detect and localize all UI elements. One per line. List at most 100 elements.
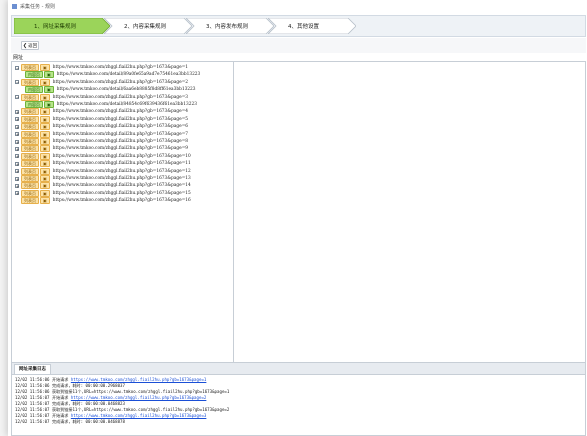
action-bar: ❮ 返回 xyxy=(11,38,586,53)
tree-node-list-page[interactable]: − 列表页 ▣ https://www.tmkoo.com/zhggl.fiail2h… xyxy=(15,78,188,86)
tree-node-list-page[interactable]: + 列表页 ▣ https://www.tmkoo.com/zhggl.fiail2h… xyxy=(15,145,189,153)
tree-node-list-page[interactable]: + 列表页 ▣ https://www.tmkoo.com/zhggl.fiail2h… xyxy=(15,130,189,138)
node-type-tag: 内容页 xyxy=(25,101,43,108)
expand-icon[interactable]: + xyxy=(15,117,19,122)
node-url: https://www.tmkoo.com/zhggl.fiail2hu.php… xyxy=(52,153,191,159)
expand-icon[interactable]: + xyxy=(15,191,19,196)
log-text: 12/02 11:56:07 获取到链接11个,URL=https://www.… xyxy=(15,407,230,412)
page-icon: ▣ xyxy=(44,86,54,94)
log-link[interactable]: https://www.tmkoo.com/zhggl.fiail2hu.php… xyxy=(71,395,207,400)
collapse-icon[interactable]: − xyxy=(15,95,19,100)
step-other-settings[interactable]: 4、其他设置 xyxy=(268,18,356,34)
step-wizard: 1、网址采集规则 2、内容采集规则 3、内容发布规则 4、其他设置 xyxy=(11,15,586,37)
tree-node-list-page[interactable]: 列表页 ▣ https://www.tmkoo.com/zhggl.fiail2hu… xyxy=(15,197,191,205)
tree-node-list-page[interactable]: + 列表页 ▣ https://www.tmkoo.com/zhggl.fiail2h… xyxy=(15,175,191,182)
node-type-tag: 列表页 xyxy=(21,108,39,116)
node-url: https://www.tmkoo.com/detail/84854c69f63… xyxy=(56,102,197,107)
tree-node-detail-page[interactable]: 内容页 ▣ https://www.tmkoo.com/detail/84854c6… xyxy=(25,101,197,108)
node-type-tag: 列表页 xyxy=(21,115,39,123)
node-url: https://www.tmkoo.com/zhggl.fiail2hu.php… xyxy=(52,124,189,130)
back-button-label: 返回 xyxy=(28,43,38,49)
step-label: 2、内容采集规则 xyxy=(124,24,166,30)
tree-node-detail-page[interactable]: 内容页 ▣ https://www.tmkoo.com/detail/6aa6eb8… xyxy=(25,86,196,94)
tree-node-list-page[interactable]: + 列表页 ▣ https://www.tmkoo.com/zhggl.fiail2h… xyxy=(15,182,191,190)
expand-icon[interactable]: + xyxy=(15,176,19,181)
tree-node-list-page[interactable]: − 列表页 ▣ https://www.tmkoo.com/zhggl.fiail2h… xyxy=(15,93,189,101)
step-label: 4、其他设置 xyxy=(288,24,319,30)
node-url: https://www.tmkoo.com/zhggl.fiail2hu.php… xyxy=(52,183,191,189)
expand-icon[interactable]: + xyxy=(15,139,19,144)
step-content-rules[interactable]: 2、内容采集规则 xyxy=(104,18,192,34)
expand-icon[interactable]: + xyxy=(15,132,19,137)
node-type-tag: 列表页 xyxy=(21,197,39,205)
app-icon xyxy=(12,4,17,9)
page-icon: ▣ xyxy=(40,189,50,197)
node-url: https://www.tmkoo.com/zhggl.fiail2hu.php… xyxy=(52,65,189,70)
step-url-rules[interactable]: 1、网址采集规则 xyxy=(14,18,110,34)
tree-node-list-page[interactable]: + 列表页 ▣ https://www.tmkoo.com/zhggl.fiail2h… xyxy=(15,138,188,145)
tab-url-log[interactable]: 网址采集日志 xyxy=(14,364,51,374)
log-panel: 网址采集日志 12/02 11:56:06 开始请求 https://www.t… xyxy=(11,362,586,436)
node-url: https://www.tmkoo.com/zhggl.fiail2hu.php… xyxy=(52,94,189,100)
expand-icon[interactable]: + xyxy=(15,154,19,159)
expand-icon[interactable]: + xyxy=(15,146,19,151)
node-type-tag: 列表页 xyxy=(21,160,39,168)
node-url: https://www.tmkoo.com/zhggl.fiail2hu.php… xyxy=(52,146,189,152)
node-type-tag: 列表页 xyxy=(21,182,39,190)
log-link[interactable]: https://www.tmkoo.com/zhggl.fiail2hu.php… xyxy=(71,377,207,382)
node-url: https://www.tmkoo.com/zhggl.fiail2hu.php… xyxy=(52,161,191,167)
node-type-tag: 列表页 xyxy=(21,93,39,101)
page-icon: ▣ xyxy=(40,145,50,153)
node-url: https://www.tmkoo.com/zhggl.fiail2hu.php… xyxy=(52,139,189,144)
detail-panel xyxy=(234,61,586,366)
tree-node-list-page[interactable]: + 列表页 ▣ https://www.tmkoo.com/zhggl.fiail2h… xyxy=(15,167,191,175)
tree-node-detail-page[interactable]: 内容页 ▣ https://www.tmkoo.com/detail/89a0fe6… xyxy=(25,71,201,79)
tree-node-list-page[interactable]: − 列表页 ▣ https://www.tmkoo.com/zhggl.fiail2h… xyxy=(15,64,188,71)
collapse-icon[interactable]: − xyxy=(15,80,19,85)
title-bar: 采集任务 - 规则 xyxy=(8,0,587,14)
page-icon: ▣ xyxy=(44,101,54,108)
page-icon: ▣ xyxy=(40,160,50,168)
url-tree[interactable]: − 列表页 ▣ https://www.tmkoo.com/zhggl.fiail2h… xyxy=(11,61,234,366)
node-url: https://www.tmkoo.com/zhggl.fiail2hu.php… xyxy=(52,109,189,115)
log-link[interactable]: https://www.tmkoo.com/zhggl.fiail2hu.php… xyxy=(71,413,207,418)
tree-node-list-page[interactable]: + 列表页 ▣ https://www.tmkoo.com/zhggl.fiail2h… xyxy=(15,189,191,197)
collapse-icon[interactable]: − xyxy=(15,65,19,70)
page-icon: ▣ xyxy=(44,71,54,79)
page-icon: ▣ xyxy=(40,108,50,116)
expand-icon[interactable]: + xyxy=(15,109,19,114)
log-text: 12/02 11:56:07 完成请求，耗时: 00:00:00.0468823 xyxy=(15,401,125,406)
expand-icon[interactable]: + xyxy=(15,161,19,166)
node-type-tag: 列表页 xyxy=(21,123,39,131)
tree-node-list-page[interactable]: + 列表页 ▣ https://www.tmkoo.com/zhggl.fiail2h… xyxy=(15,160,191,168)
page-icon: ▣ xyxy=(40,175,50,182)
node-type-tag: 列表页 xyxy=(21,78,39,86)
step-label: 3、内容发布规则 xyxy=(206,24,248,30)
node-type-tag: 内容页 xyxy=(25,71,43,79)
tree-node-list-page[interactable]: + 列表页 ▣ https://www.tmkoo.com/zhggl.fiail2h… xyxy=(15,123,189,131)
window-title: 采集任务 - 规则 xyxy=(20,4,55,10)
log-text: 12/02 11:56:07 开始请求 xyxy=(15,395,71,400)
tree-node-list-page[interactable]: + 列表页 ▣ https://www.tmkoo.com/zhggl.fiail2h… xyxy=(15,152,191,160)
expand-icon[interactable]: + xyxy=(15,183,19,188)
tree-root-label: 网址 xyxy=(13,55,24,61)
node-url: https://www.tmkoo.com/detail/89a0fe65a9a… xyxy=(56,72,201,78)
log-tab-bar: 网址采集日志 xyxy=(12,363,585,375)
tree-node-list-page[interactable]: + 列表页 ▣ https://www.tmkoo.com/zhggl.fiail2h… xyxy=(15,108,189,116)
node-url: https://www.tmkoo.com/zhggl.fiail2hu.php… xyxy=(52,131,189,137)
log-text: 12/02 11:56:06 获取到链接11个,URL=https://www.… xyxy=(15,389,230,394)
node-url: https://www.tmkoo.com/zhggl.fiail2hu.php… xyxy=(52,176,191,181)
node-url: https://www.tmkoo.com/zhggl.fiail2hu.php… xyxy=(52,168,191,174)
step-label: 1、网址采集规则 xyxy=(34,24,76,30)
expand-icon[interactable]: + xyxy=(15,124,19,129)
node-url: https://www.tmkoo.com/zhggl.fiail2hu.php… xyxy=(52,198,191,204)
tree-node-list-page[interactable]: + 列表页 ▣ https://www.tmkoo.com/zhggl.fiail2h… xyxy=(15,115,188,123)
page-icon: ▣ xyxy=(40,93,50,101)
node-url: https://www.tmkoo.com/zhggl.fiail2hu.php… xyxy=(52,190,191,196)
node-type-tag: 列表页 xyxy=(21,189,39,197)
page-icon: ▣ xyxy=(40,167,50,175)
step-publish-rules[interactable]: 3、内容发布规则 xyxy=(186,18,274,34)
expand-icon[interactable]: + xyxy=(15,169,19,174)
node-type-tag: 列表页 xyxy=(21,64,39,71)
back-button[interactable]: ❮ 返回 xyxy=(21,41,39,50)
